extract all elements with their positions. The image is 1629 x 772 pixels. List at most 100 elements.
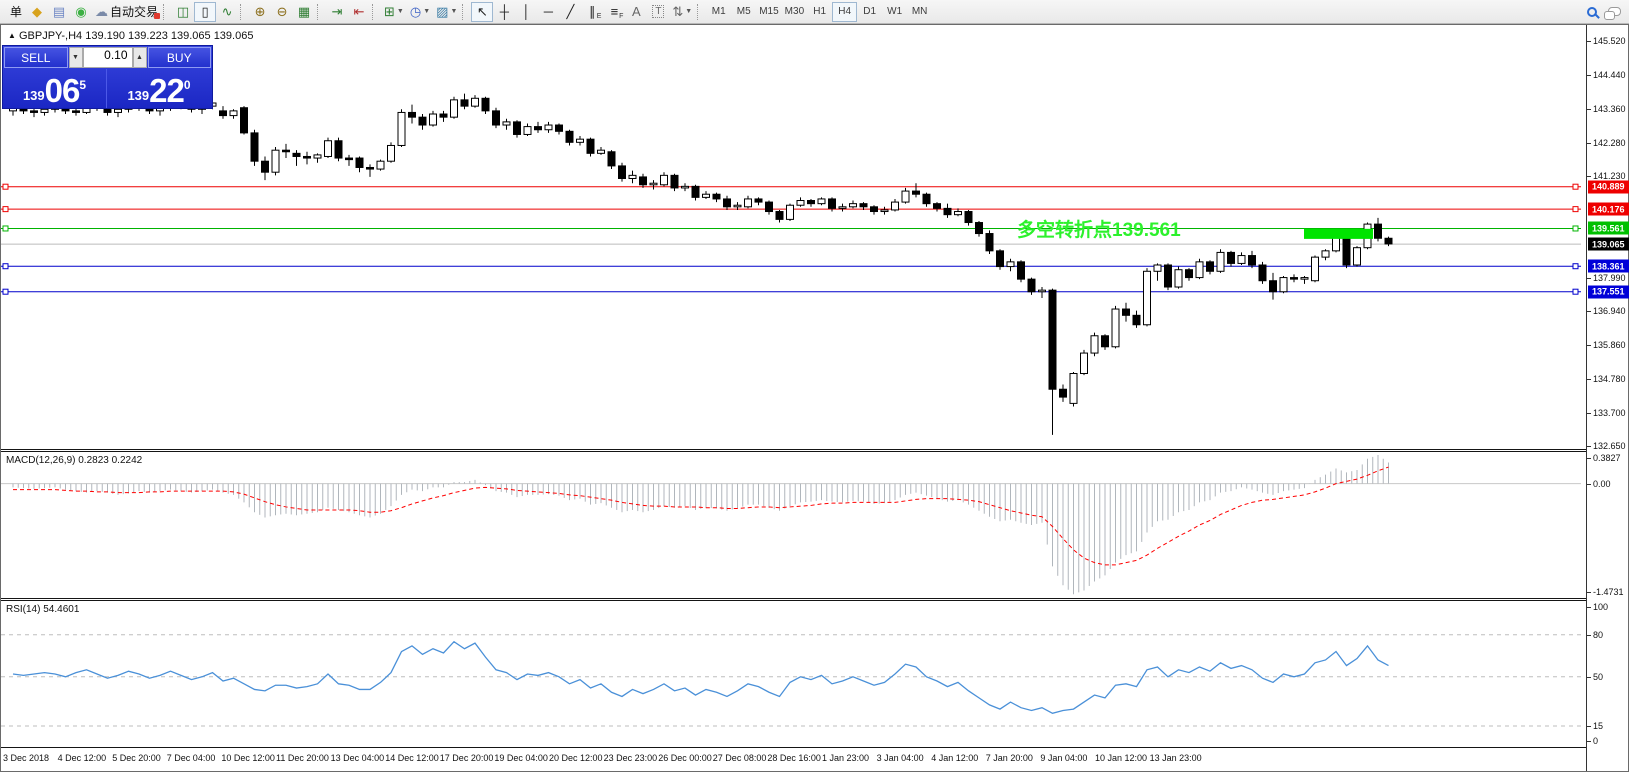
volume-increase-button[interactable]: ▲ bbox=[133, 47, 147, 68]
chart-shift-icon[interactable]: ⇥ bbox=[326, 2, 348, 22]
rsi-line bbox=[13, 642, 1389, 714]
time-tick-label: 26 Dec 00:00 bbox=[658, 753, 712, 763]
main-chart-plot[interactable]: ▲ GBPJPY-,H4 139.190 139.223 139.065 139… bbox=[1, 25, 1586, 449]
tile-windows-icon[interactable]: ▦ bbox=[293, 2, 315, 22]
search-icon[interactable] bbox=[1581, 2, 1603, 22]
line-price-label: 139.561 bbox=[1588, 222, 1629, 235]
auto-scroll-icon[interactable]: ⇤ bbox=[348, 2, 370, 22]
time-tick-label: 5 Dec 20:00 bbox=[112, 753, 161, 763]
candlestick-canvas[interactable] bbox=[1, 25, 1586, 449]
time-tick-label: 11 Dec 20:00 bbox=[276, 753, 329, 763]
buy-button[interactable]: BUY bbox=[148, 47, 212, 68]
text-label-icon[interactable]: T bbox=[647, 2, 669, 22]
text-icon[interactable]: A bbox=[625, 2, 647, 22]
time-tick-label: 9 Jan 04:00 bbox=[1040, 753, 1087, 763]
line-price-label: 140.889 bbox=[1588, 180, 1629, 193]
zoom-in-icon[interactable]: ⊕ bbox=[249, 2, 271, 22]
tf-mn[interactable]: MN bbox=[907, 2, 932, 22]
vertical-line-icon[interactable]: │ bbox=[515, 2, 537, 22]
arrows-icon[interactable]: ⇅▼ bbox=[669, 2, 695, 22]
time-tick-label: 19 Dec 04:00 bbox=[494, 753, 548, 763]
tf-h4[interactable]: H4 bbox=[832, 2, 857, 22]
macd-canvas bbox=[1, 452, 1586, 598]
time-tick-label: 13 Dec 04:00 bbox=[331, 753, 385, 763]
volume-decrease-button[interactable]: ▼ bbox=[69, 47, 83, 68]
sell-price-prefix: 139 bbox=[23, 88, 45, 103]
tf-m30[interactable]: M30 bbox=[782, 2, 807, 22]
chart-window: ▲ GBPJPY-,H4 139.190 139.223 139.065 139… bbox=[0, 24, 1629, 772]
time-tick-label: 20 Dec 12:00 bbox=[549, 753, 603, 763]
templates-icon[interactable]: ▨▼ bbox=[433, 2, 460, 22]
buy-price-prefix: 139 bbox=[127, 88, 149, 103]
time-tick-label: 10 Dec 12:00 bbox=[221, 753, 275, 763]
toolbar: 单◆▤◉☁自动交易 ◫▯∿ ⊕⊖▦ ⇥⇤ ⊞▼◷▼▨▼ ↖┼│─╱∥E≡FAT⇅▼ M1M5… bbox=[0, 0, 1629, 24]
time-tick-label: 4 Dec 12:00 bbox=[58, 753, 107, 763]
sell-button[interactable]: SELL bbox=[4, 47, 68, 68]
tf-h1[interactable]: H1 bbox=[807, 2, 832, 22]
candlestick-chart-icon[interactable]: ▯ bbox=[194, 2, 216, 22]
time-tick-label: 7 Jan 20:00 bbox=[986, 753, 1033, 763]
buy-price-sup: 0 bbox=[184, 78, 191, 92]
cursor-icon[interactable]: ↖ bbox=[471, 2, 493, 22]
tf-d1[interactable]: D1 bbox=[857, 2, 882, 22]
periods-icon[interactable]: ◷▼ bbox=[407, 2, 433, 22]
toolbar-separator bbox=[240, 4, 245, 20]
macd-label: MACD(12,26,9) 0.2823 0.2242 bbox=[6, 455, 142, 466]
one-click-trading-panel: SELL ▼ 0.10 ▲ BUY 139 06 5 bbox=[2, 45, 213, 109]
channel-icon[interactable]: ∥E bbox=[581, 2, 603, 22]
tf-m1[interactable]: M1 bbox=[706, 2, 731, 22]
buy-price-big: 22 bbox=[149, 76, 184, 106]
rsi-panel[interactable]: RSI(14) 54.4601 bbox=[1, 601, 1586, 747]
time-tick-label: 17 Dec 20:00 bbox=[440, 753, 494, 763]
line-chart-icon[interactable]: ∿ bbox=[216, 2, 238, 22]
green-highlight-bar bbox=[1304, 229, 1373, 239]
symbol-period-label: GBPJPY-,H4 bbox=[19, 30, 82, 42]
buy-price-button[interactable]: 139 22 0 bbox=[107, 69, 211, 108]
current-price-label: 139.065 bbox=[1588, 238, 1629, 251]
fibonacci-icon[interactable]: ≡F bbox=[603, 2, 625, 22]
time-axis[interactable]: 3 Dec 2018 4 Dec 12:00 5 Dec 20:00 7 Dec 04… bbox=[1, 747, 1586, 771]
chart-title: ▲ GBPJPY-,H4 139.190 139.223 139.065 139… bbox=[8, 30, 253, 42]
rsi-canvas bbox=[1, 601, 1586, 747]
collapse-icon[interactable]: ▲ bbox=[8, 31, 16, 40]
toolbar-separator bbox=[372, 4, 377, 20]
indicators-icon[interactable]: ⊞▼ bbox=[381, 2, 407, 22]
line-price-label: 140.176 bbox=[1588, 203, 1629, 216]
horizontal-line-icon[interactable]: ─ bbox=[537, 2, 559, 22]
toolbar-separator bbox=[462, 4, 467, 20]
time-tick-label: 7 Dec 04:00 bbox=[167, 753, 216, 763]
tf-m15[interactable]: M15 bbox=[756, 2, 781, 22]
zoom-out-icon[interactable]: ⊖ bbox=[271, 2, 293, 22]
toolbar-separator bbox=[317, 4, 322, 20]
sell-price-big: 06 bbox=[45, 76, 80, 106]
volume-input[interactable]: 0.10 bbox=[83, 47, 133, 68]
orders-menu[interactable]: 单 bbox=[4, 2, 26, 22]
toolbar-separator bbox=[697, 4, 702, 20]
sell-price-button[interactable]: 139 06 5 bbox=[3, 69, 107, 108]
price-axis[interactable]: 145.520144.440143.360142.280141.230137.9… bbox=[1586, 25, 1628, 771]
chart-annotation-text[interactable]: 多空转折点139.561 bbox=[1017, 215, 1181, 242]
macd-panel[interactable]: MACD(12,26,9) 0.2823 0.2242 bbox=[1, 452, 1586, 598]
market-watch-icon[interactable]: ▤ bbox=[48, 2, 70, 22]
time-tick-label: 3 Jan 04:00 bbox=[877, 753, 924, 763]
crosshair-icon[interactable]: ┼ bbox=[493, 2, 515, 22]
trendline-icon[interactable]: ╱ bbox=[559, 2, 581, 22]
line-price-label: 138.361 bbox=[1588, 260, 1629, 273]
time-tick-label: 23 Dec 23:00 bbox=[604, 753, 658, 763]
community-icon[interactable]: ◉ bbox=[70, 2, 92, 22]
macd-histogram bbox=[13, 455, 1389, 594]
bar-chart-icon[interactable]: ◫ bbox=[172, 2, 194, 22]
time-tick-label: 10 Jan 12:00 bbox=[1095, 753, 1147, 763]
chat-icon[interactable] bbox=[1603, 2, 1625, 22]
time-tick-label: 4 Jan 12:00 bbox=[931, 753, 978, 763]
rsi-label: RSI(14) 54.4601 bbox=[6, 604, 79, 615]
toolbar-separator bbox=[163, 4, 168, 20]
time-tick-label: 14 Dec 12:00 bbox=[385, 753, 439, 763]
auto-trading-button[interactable]: ☁自动交易 bbox=[92, 2, 161, 22]
new-order-icon[interactable]: ◆ bbox=[26, 2, 48, 22]
time-tick-label: 27 Dec 08:00 bbox=[713, 753, 767, 763]
time-tick-label: 3 Dec 2018 bbox=[3, 753, 49, 763]
macd-signal-line bbox=[13, 467, 1389, 565]
tf-m5[interactable]: M5 bbox=[731, 2, 756, 22]
tf-w1[interactable]: W1 bbox=[882, 2, 907, 22]
